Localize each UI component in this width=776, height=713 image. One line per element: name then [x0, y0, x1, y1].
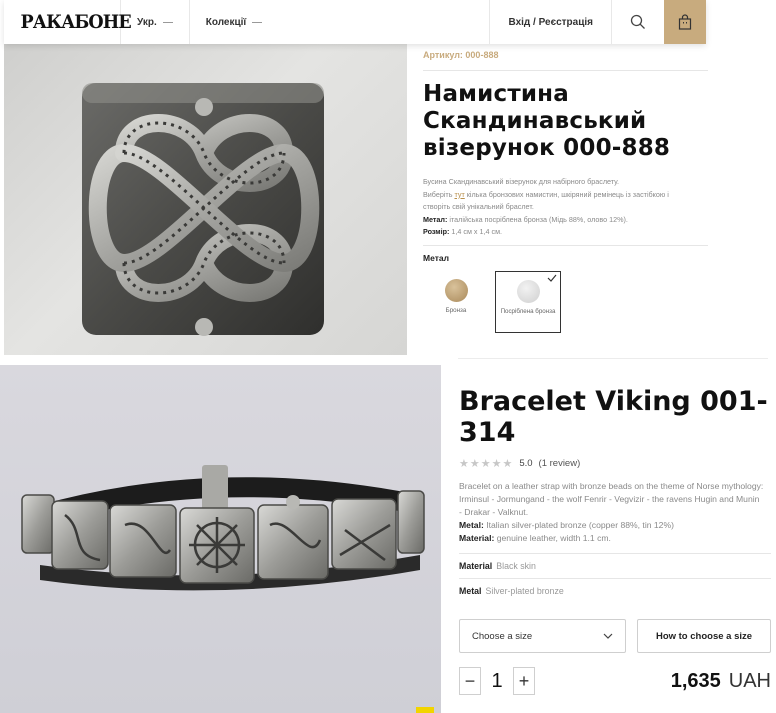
purchase-options: Choose a size How to choose a size: [459, 619, 771, 653]
viking-bracelet-illustration: [21, 465, 425, 591]
attribute-value: Black skin: [496, 561, 536, 571]
search-button[interactable]: [612, 0, 664, 44]
login-register-link[interactable]: Вхід / Реєстрація: [490, 0, 611, 44]
attribute-value: Silver-plated bronze: [485, 586, 564, 596]
quantity-increase-button[interactable]: +: [513, 667, 535, 695]
attribute-key: Material: [459, 561, 493, 571]
desc-text: Виберіть: [423, 189, 455, 199]
silver-swatch-icon: [516, 279, 540, 303]
checkmark-icon: [547, 274, 557, 282]
desc-line: Бусина Скандинавський візерунок для набі…: [423, 177, 620, 186]
yellow-marker: [416, 707, 434, 713]
desc-metal: Метал: італійська посріблена бронза (Мід…: [423, 214, 695, 227]
product-price: 1,635 UAH: [671, 670, 771, 693]
rating-stars-icon: ★★★★★: [459, 458, 514, 470]
product-sku: Артикул: 000-888: [423, 50, 708, 71]
collections-label: Колекції: [205, 16, 247, 28]
quantity-value[interactable]: 1: [481, 670, 513, 693]
metal-value: Italian silver-plated bronze (copper 88%…: [483, 520, 674, 530]
language-selector[interactable]: Укр.: [121, 0, 189, 44]
metal-section-label: Метал: [423, 252, 449, 263]
size-key: Розмір:: [423, 227, 450, 236]
site-logo[interactable]: РАКАБОНЕ: [4, 0, 132, 44]
product-title: Bracelet Viking 001-314: [459, 386, 768, 448]
metal-options: Бронза Посріблена бронза: [423, 270, 708, 333]
product-description: Bracelet on a leather strap with bronze …: [459, 480, 764, 545]
product-rating[interactable]: ★★★★★ 5.0 (1 review): [459, 457, 771, 470]
language-label: Укр.: [137, 16, 157, 28]
option-label: Посріблена бронза: [500, 307, 556, 315]
quantity-decrease-button[interactable]: −: [459, 667, 481, 695]
divider: [458, 358, 768, 359]
size-value: 1,4 см х 1,4 см.: [449, 227, 503, 236]
beads-link[interactable]: тут: [454, 190, 464, 199]
product-image-bracelet: [0, 365, 441, 713]
bottom-product-panel: Bracelet Viking 001-314 ★★★★★ 5.0 (1 rev…: [0, 356, 776, 713]
divider: [423, 244, 708, 246]
desc-metal: Metal: Italian silver-plated bronze (cop…: [459, 519, 764, 532]
material-value: genuine leather, width 1.1 cm.: [494, 533, 611, 543]
quantity-price-row: − 1 + 1,635 UAH: [459, 667, 771, 695]
bronze-swatch-icon: [444, 278, 468, 302]
collections-menu[interactable]: Колекції: [190, 0, 279, 44]
attribute-metal: Metal Silver-plated bronze: [459, 578, 771, 603]
option-label: Бронза: [445, 306, 467, 314]
site-header: РАКАБОНЕ Укр. Колекції Вхід / Реєстрація: [4, 0, 706, 44]
metal-option-silver-plated[interactable]: Посріблена бронза: [495, 270, 561, 333]
attribute-material: Material Black skin: [459, 553, 771, 578]
dash-icon: [252, 21, 263, 23]
desc-main: Bracelet on a leather strap with bronze …: [459, 481, 764, 517]
size-select-value: Choose a size: [472, 630, 533, 642]
dash-icon: [162, 21, 173, 23]
search-icon: [630, 14, 645, 29]
product-info-en: Bracelet Viking 001-314 ★★★★★ 5.0 (1 rev…: [459, 386, 771, 695]
metal-key: Metal:: [459, 520, 484, 530]
price-amount: 1,635: [670, 669, 721, 692]
product-title: Намистина Скандинавський візерунок 000-8…: [423, 81, 671, 161]
metal-option-bronze[interactable]: Бронза: [423, 271, 489, 333]
desc-line: Виберіть тут кілька бронзових намистин, …: [423, 189, 695, 214]
review-count[interactable]: (1 review): [539, 458, 581, 469]
product-image-bead: [4, 43, 407, 355]
shopping-bag-icon: [678, 14, 692, 30]
product-info-ua: Артикул: 000-888 Намистина Скандинавськи…: [423, 50, 708, 333]
material-key: Material:: [459, 533, 495, 543]
size-guide-button[interactable]: How to choose a size: [637, 619, 771, 653]
price-currency: UAH: [728, 669, 771, 692]
metal-value: італійська посріблена бронза (Мідь 88%, …: [447, 214, 628, 224]
desc-size: Розмір: 1,4 см х 1,4 см.: [423, 226, 695, 239]
cart-button[interactable]: [664, 0, 706, 44]
product-description: Бусина Скандинавський візерунок для набі…: [423, 176, 695, 239]
chevron-down-icon: [603, 633, 613, 639]
metal-key: Метал:: [423, 214, 448, 224]
rating-value: 5.0: [519, 458, 533, 469]
top-product-panel: РАКАБОНЕ Укр. Колекції Вхід / Реєстрація: [0, 0, 776, 356]
size-select[interactable]: Choose a size: [459, 619, 626, 653]
desc-material: Material: genuine leather, width 1.1 cm.: [459, 532, 764, 545]
celtic-knot-bead-illustration: [82, 83, 324, 336]
attribute-key: Metal: [459, 586, 482, 596]
